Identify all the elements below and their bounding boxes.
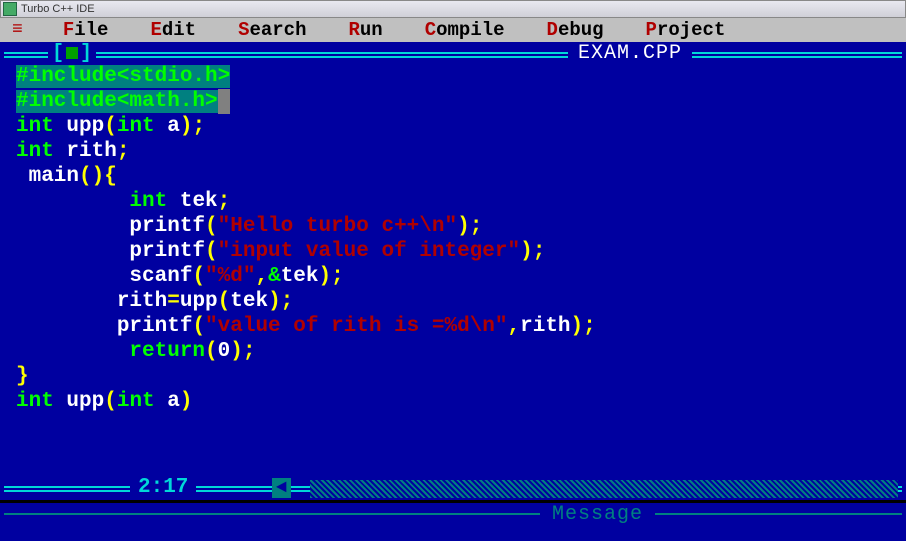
code-line: printf("input value of integer");	[16, 239, 906, 264]
code-line: }	[16, 364, 906, 389]
code-line: int rith;	[16, 139, 906, 164]
code-line: int upp(int a);	[16, 114, 906, 139]
menubar: ≡ File Edit Search Run Compile Debug Pro…	[0, 18, 906, 42]
editor-frame-top: [] EXAM.CPP	[0, 42, 906, 64]
frame-border	[4, 52, 902, 58]
scroll-left-icon[interactable]: ◄	[272, 478, 291, 498]
menu-file[interactable]: File	[63, 19, 109, 41]
message-window[interactable]: Message	[0, 500, 906, 541]
window-title: Turbo C++ IDE	[21, 3, 95, 15]
editor-status-row: 2:17 ◄	[0, 478, 906, 500]
editor-filename: EXAM.CPP	[568, 42, 692, 65]
menu-compile[interactable]: Compile	[425, 19, 505, 41]
code-line: printf("Hello turbo c++\n");	[16, 214, 906, 239]
editor-close-control[interactable]: []	[48, 42, 96, 65]
code-line: #include<stdio.h>	[16, 65, 230, 88]
code-line: rith=upp(tek);	[16, 289, 906, 314]
horizontal-scrollbar[interactable]	[310, 480, 898, 498]
menu-edit[interactable]: Edit	[150, 19, 196, 41]
message-window-title: Message	[540, 503, 655, 526]
menu-search[interactable]: Search	[238, 19, 306, 41]
code-line: return(0);	[16, 339, 906, 364]
window-titlebar: Turbo C++ IDE	[0, 0, 906, 18]
system-menu-icon[interactable]: ≡	[12, 21, 23, 39]
code-line: #include<math.h>	[16, 90, 218, 113]
menu-project[interactable]: Project	[646, 19, 726, 41]
menu-run[interactable]: Run	[348, 19, 382, 41]
code-line: scanf("%d",&tek);	[16, 264, 906, 289]
code-line: printf("value of rith is =%d\n",rith);	[16, 314, 906, 339]
code-line: int tek;	[16, 189, 906, 214]
cursor-position: 2:17	[130, 476, 196, 499]
code-line: main(){	[16, 164, 906, 189]
app-icon	[3, 2, 17, 16]
editor-window[interactable]: [] EXAM.CPP #include<stdio.h> #include<m…	[0, 42, 906, 500]
text-cursor	[218, 89, 230, 114]
code-line: int upp(int a)	[16, 389, 906, 414]
frame-border	[4, 513, 902, 515]
code-editor[interactable]: #include<stdio.h> #include<math.h> int u…	[0, 64, 906, 414]
menu-debug[interactable]: Debug	[547, 19, 604, 41]
close-square-icon	[66, 47, 78, 59]
